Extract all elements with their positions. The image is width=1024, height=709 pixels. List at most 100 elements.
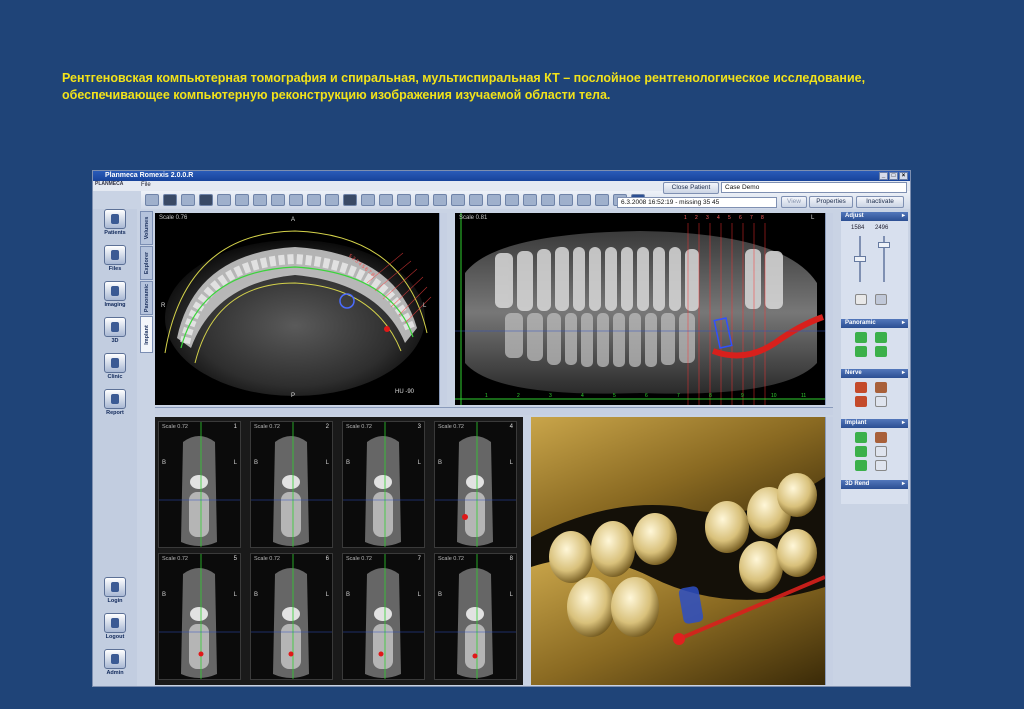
panoramic-remove-icon[interactable]	[875, 346, 887, 357]
toolbar-tool-25-icon[interactable]	[577, 194, 591, 206]
maximize-button[interactable]: □	[889, 172, 898, 180]
inactivate-button[interactable]: Inactivate	[856, 196, 904, 208]
buccal-label: B	[254, 592, 259, 598]
toolbar-tool-16-icon[interactable]	[415, 194, 429, 206]
tab-label: Explorer	[143, 251, 150, 275]
horizontal-scrollbar[interactable]	[155, 407, 833, 415]
cross-section-4[interactable]: Scale 0.72 4 B L	[434, 421, 517, 548]
implant-library-icon[interactable]	[875, 432, 887, 443]
window-low-slider-thumb[interactable]	[854, 256, 866, 262]
case-select[interactable]: Case Demo	[721, 182, 907, 193]
axial-scrollbar[interactable]	[439, 213, 447, 405]
toolbar-tool-22-icon[interactable]	[523, 194, 537, 206]
sidebar-item-clinic[interactable]: Clinic	[93, 353, 137, 380]
toolbar-tool-12-icon[interactable]	[343, 194, 357, 206]
close-window-button[interactable]: ×	[899, 172, 908, 180]
cross-section-8[interactable]: Scale 0.72 8 B L	[434, 553, 517, 680]
cross-section-1[interactable]: Scale 0.72 1 B L	[158, 421, 241, 548]
3d-render-header[interactable]: 3D Rend	[841, 480, 908, 489]
adjust-header[interactable]: Adjust	[841, 212, 908, 221]
properties-button[interactable]: Properties	[809, 196, 853, 208]
panoramic-curve-icon[interactable]	[855, 332, 867, 343]
toolbar-tool-19-icon[interactable]	[469, 194, 483, 206]
toolbar-tool-13-icon[interactable]	[361, 194, 375, 206]
sidebar-item-3d[interactable]: 3D	[93, 317, 137, 344]
toolbar-tool-15-icon[interactable]	[397, 194, 411, 206]
toolbar-tool-20-icon[interactable]	[487, 194, 501, 206]
3d-scrollbar[interactable]	[825, 417, 833, 685]
sidebar-item-admin[interactable]: Admin	[93, 649, 137, 676]
cross-section-3[interactable]: Scale 0.72 3 B L	[342, 421, 425, 548]
nerve-add-icon[interactable]	[855, 396, 867, 407]
toolbar-tool-2-icon[interactable]	[163, 194, 177, 206]
sidebar-item-login[interactable]: Login	[93, 577, 137, 604]
toolbar-tool-26-icon[interactable]	[595, 194, 609, 206]
window-high-slider-thumb[interactable]	[878, 242, 890, 248]
implant-properties-icon[interactable]	[875, 446, 887, 457]
cross-section-number: 6	[325, 556, 329, 562]
study-select[interactable]: 6.3.2008 16:52:19 - missing 35 45	[617, 197, 777, 208]
view-button[interactable]: View	[781, 196, 807, 208]
toolbar-tool-4-icon[interactable]	[199, 194, 213, 206]
lingual-label: L	[233, 592, 237, 598]
toolbar-tool-3-icon[interactable]	[181, 194, 195, 206]
cross-section-5[interactable]: Scale 0.72 5 B L	[158, 553, 241, 680]
close-patient-button[interactable]: Close Patient	[663, 182, 719, 194]
toolbar-tool-10-icon[interactable]	[307, 194, 321, 206]
panoramic-axis-number: 2	[517, 393, 520, 399]
axial-view[interactable]: Scale 0.76 A P R L HU -90 5 2 3 4 5 6 7 …	[155, 213, 439, 405]
implant-add-icon[interactable]	[855, 432, 867, 443]
implant-move-icon[interactable]	[855, 446, 867, 457]
toolbar-tool-8-icon[interactable]	[271, 194, 285, 206]
toolbar-tool-14-icon[interactable]	[379, 194, 393, 206]
sidebar-item-report[interactable]: Report	[93, 389, 137, 416]
sidebar-item-logout[interactable]: Logout	[93, 613, 137, 640]
measure-icon[interactable]	[875, 294, 887, 305]
implant-delete-icon[interactable]	[875, 460, 887, 471]
nerve-header[interactable]: Nerve	[841, 369, 908, 378]
sidebar-item-patients[interactable]: Patients	[93, 209, 137, 236]
menu-file[interactable]: File	[141, 182, 151, 188]
implant-rotate-icon[interactable]	[855, 460, 867, 471]
tab-explorer[interactable]: Explorer	[140, 246, 153, 280]
cross-section-6[interactable]: Scale 0.72 6 B L	[250, 553, 333, 680]
panoramic-slice-number: 6	[739, 215, 742, 221]
toolbar-tool-9-icon[interactable]	[289, 194, 303, 206]
tab-implant[interactable]: Implant	[140, 316, 153, 353]
cross-section-2[interactable]: Scale 0.72 2 B L	[250, 421, 333, 548]
toolbar-tool-18-icon[interactable]	[451, 194, 465, 206]
panoramic-edit-icon[interactable]	[875, 332, 887, 343]
nerve-delete-icon[interactable]	[875, 396, 887, 407]
toolbar-tool-24-icon[interactable]	[559, 194, 573, 206]
cross-section-7[interactable]: Scale 0.72 7 B L	[342, 553, 425, 680]
tab-volumes[interactable]: Volumes	[140, 211, 153, 245]
panoramic-scrollbar[interactable]	[825, 213, 833, 405]
implant-header[interactable]: Implant	[841, 419, 908, 428]
toolbar-tool-17-icon[interactable]	[433, 194, 447, 206]
toolbar-tool-5-icon[interactable]	[217, 194, 231, 206]
sidebar-item-files[interactable]: Files	[93, 245, 137, 272]
cross-section-scale: Scale 0.72	[162, 556, 188, 562]
login-icon	[104, 577, 126, 597]
lingual-label: L	[417, 592, 421, 598]
toolbar-tool-7-icon[interactable]	[253, 194, 267, 206]
nerve-draw-icon[interactable]	[855, 382, 867, 393]
nerve-edit-icon[interactable]	[875, 382, 887, 393]
cross-section-image	[343, 554, 424, 679]
toolbar-tool-6-icon[interactable]	[235, 194, 249, 206]
tab-panoramic[interactable]: Panoramic	[140, 281, 153, 315]
cross-section-image	[251, 554, 332, 679]
panoramic-view[interactable]: Scale 0.81 L 1 2 3 4 5 6 7 8 1 2 3 4 5 6…	[455, 213, 825, 405]
skull-icon[interactable]	[855, 294, 867, 305]
toolbar-tool-21-icon[interactable]	[505, 194, 519, 206]
panoramic-header[interactable]: Panoramic	[841, 319, 908, 328]
toolbar-tool-1-icon[interactable]	[145, 194, 159, 206]
sidebar-item-imaging[interactable]: Imaging	[93, 281, 137, 308]
panoramic-axis-number: 1	[485, 393, 488, 399]
clinic-icon	[104, 353, 126, 373]
3d-render-view[interactable]	[531, 417, 825, 685]
toolbar-tool-23-icon[interactable]	[541, 194, 555, 206]
panoramic-add-icon[interactable]	[855, 346, 867, 357]
minimize-button[interactable]: _	[879, 172, 888, 180]
toolbar-tool-11-icon[interactable]	[325, 194, 339, 206]
